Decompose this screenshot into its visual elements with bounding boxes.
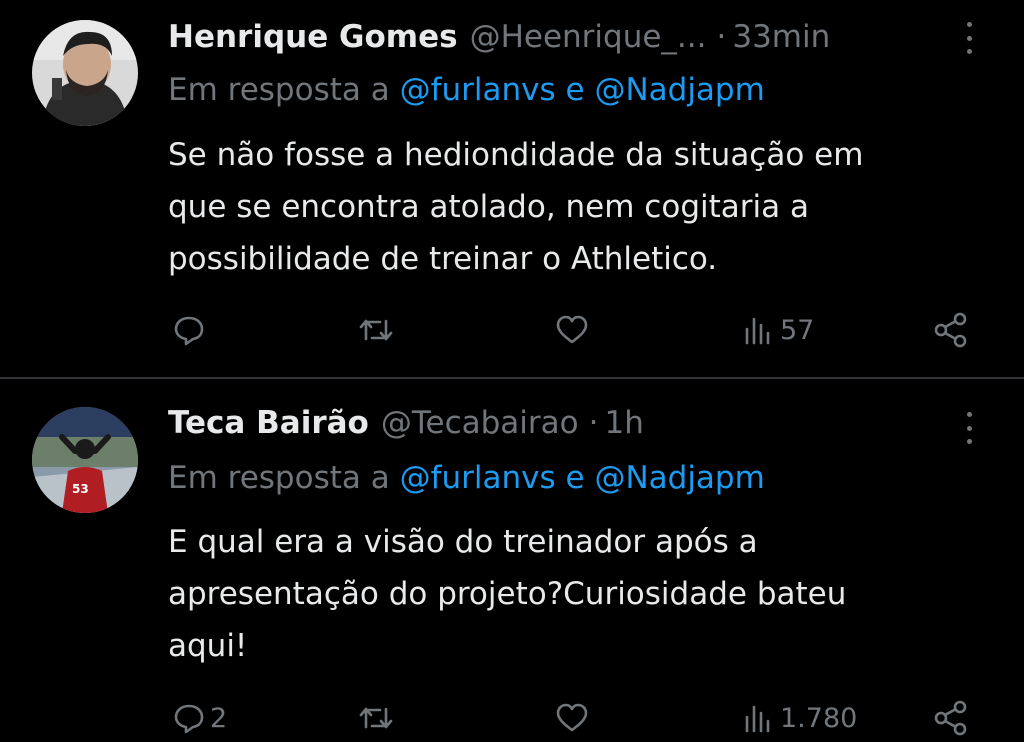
tweet-header: Teca Bairão @Tecabairao · 1h — [168, 401, 644, 445]
timestamp[interactable]: 33min — [732, 19, 830, 55]
views-icon — [745, 705, 770, 733]
reply-prefix: Em resposta a — [168, 72, 390, 108]
reply-button[interactable] — [172, 308, 210, 352]
view-count: 1.780 — [780, 702, 858, 734]
tweet-header: Henrique Gomes @Heenrique_... · 33min — [168, 15, 830, 59]
share-button[interactable] — [932, 308, 970, 352]
view-count: 57 — [780, 314, 815, 346]
separator: · — [716, 19, 727, 55]
tweet[interactable]: Henrique Gomes @Heenrique_... · 33min Em… — [0, 0, 1024, 378]
retweet-icon — [359, 707, 393, 729]
tweet-text-line: que se encontra atolado, nem cogitaria a — [168, 189, 809, 225]
views-button[interactable]: 57 — [742, 308, 814, 352]
avatar[interactable] — [32, 20, 138, 126]
mention-link[interactable]: @furlanvs — [400, 72, 556, 108]
action-bar: 2 1.780 — [0, 696, 1024, 740]
mention-link[interactable]: @Nadjapm — [594, 72, 764, 108]
share-button[interactable] — [932, 696, 970, 740]
separator: · — [588, 405, 599, 441]
more-vertical-icon[interactable] — [960, 408, 978, 448]
reply-count: 2 — [210, 702, 228, 734]
retweet-button[interactable] — [358, 696, 394, 740]
retweet-button[interactable] — [358, 308, 394, 352]
views-button[interactable]: 1.780 — [742, 696, 857, 740]
avatar[interactable]: 53 — [32, 407, 138, 513]
timestamp[interactable]: 1h — [604, 405, 643, 441]
display-name[interactable]: Henrique Gomes — [168, 19, 458, 55]
reply-icon — [174, 704, 204, 734]
like-icon — [556, 703, 588, 732]
tweet-text: Se não fosse a hediondidade da situação … — [168, 129, 998, 285]
user-handle[interactable]: @Tecabairao — [381, 405, 579, 441]
reply-icon — [174, 316, 204, 346]
reply-button[interactable]: 2 — [172, 696, 227, 740]
like-button[interactable] — [554, 696, 590, 740]
share-icon — [934, 312, 967, 348]
views-icon — [745, 317, 770, 345]
reply-conjunction: e — [565, 72, 585, 108]
tweet[interactable]: 53 Teca Bairão @Tecabairao · 1h — [0, 379, 1024, 742]
share-icon — [934, 700, 967, 736]
svg-text:53: 53 — [72, 482, 89, 496]
tweet-text-line: possibilidade de treinar o Athletico. — [168, 241, 718, 277]
like-button[interactable] — [554, 308, 590, 352]
like-icon — [556, 315, 588, 344]
tweet-text-line: Se não fosse a hediondidade da situação … — [168, 137, 864, 173]
display-name[interactable]: Teca Bairão — [168, 405, 369, 441]
user-handle[interactable]: @Heenrique_... — [470, 19, 707, 55]
action-bar: 57 — [0, 308, 1024, 352]
retweet-icon — [359, 319, 393, 341]
reply-context: Em resposta a @furlanvs e @Nadjapm — [168, 72, 765, 108]
more-vertical-icon[interactable] — [960, 18, 978, 58]
